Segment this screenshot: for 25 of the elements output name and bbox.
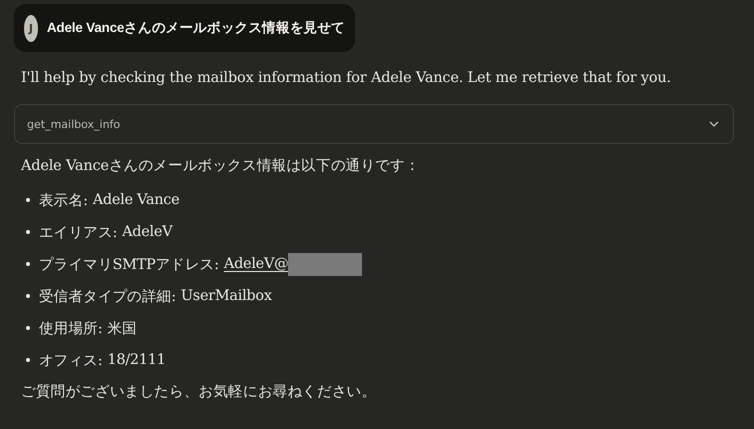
closing-message: ご質問がございましたら、お気軽にお尋ねください。 [21, 383, 378, 402]
detail-value: UserMailbox [180, 288, 272, 304]
chevron-icon [709, 121, 719, 127]
bullet-icon [26, 358, 30, 362]
detail-value: Adele Vance [92, 192, 180, 208]
detail-label: 受信者タイプの詳細: [39, 288, 176, 306]
tool-call-toggle[interactable]: get_mailbox_info [14, 104, 734, 144]
detail-label: エイリアス: [39, 224, 118, 242]
user-message-text: Adele Vanceさんのメールボックス情報を見せて [46, 19, 345, 37]
assistant-message: I'll help by checking the mailbox information for Adele Vance. Let me retrieve that for you. [21, 69, 672, 88]
detail-label: オフィス: [39, 352, 102, 370]
detail-value: AdeleV [122, 224, 172, 240]
detail-value: 18/2111 [107, 352, 166, 368]
answer-intro: Adele Vanceさんのメールボックス情報は以下の通りです： [21, 157, 421, 176]
bullet-icon [26, 294, 30, 298]
email-link[interactable]: AdeleV@ [224, 256, 288, 272]
user-avatar: J [24, 14, 38, 42]
bullet-icon [26, 262, 30, 266]
bullet-icon [26, 230, 30, 234]
detail-label: プライマリSMTPアドレス: [39, 256, 219, 274]
detail-value: 米国 [107, 320, 137, 338]
detail-label: 表示名: [39, 192, 88, 210]
detail-label: 使用場所: [39, 320, 102, 338]
bullet-icon [26, 198, 30, 202]
bullet-icon [26, 326, 30, 330]
